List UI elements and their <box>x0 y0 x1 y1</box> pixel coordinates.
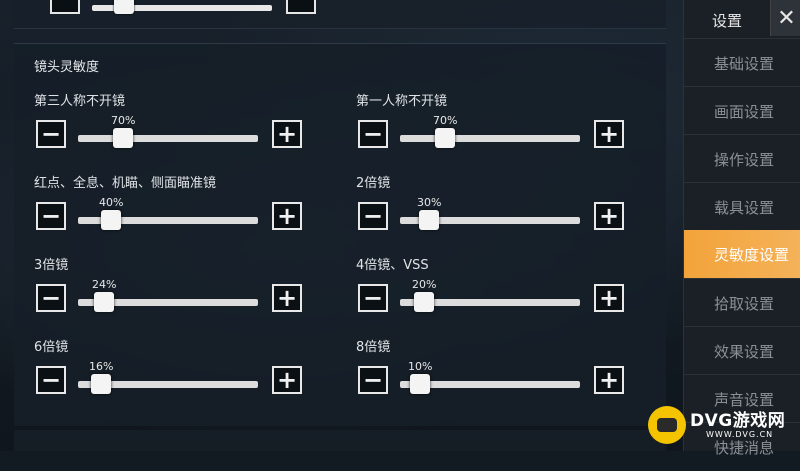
increase-button[interactable]: + <box>272 202 302 230</box>
increase-button[interactable]: + <box>272 284 302 312</box>
sensitivity-slider-track[interactable] <box>78 135 258 142</box>
sidebar-item-label: 效果设置 <box>714 343 775 361</box>
minus-icon: − <box>362 120 384 148</box>
minus-icon: − <box>40 284 62 312</box>
next-section-panel <box>14 430 666 451</box>
sensitivity-slider-thumb[interactable] <box>435 128 455 148</box>
sidebar-item-label: 操作设置 <box>714 151 775 169</box>
increase-button[interactable]: + <box>272 120 302 148</box>
close-icon: ✕ <box>777 5 796 31</box>
sensitivity-value: 10% <box>408 360 433 373</box>
minus-icon: − <box>362 366 384 394</box>
sensitivity-slider-thumb[interactable] <box>410 374 430 394</box>
gamepad-logo-icon <box>648 406 686 444</box>
sidebar-item[interactable]: 基础设置 <box>684 38 800 87</box>
increase-button[interactable]: + <box>272 366 302 394</box>
decrease-button[interactable]: − <box>358 120 388 148</box>
sensitivity-label: 3倍镜 <box>34 258 69 273</box>
sensitivity-value: 20% <box>412 278 437 291</box>
close-button[interactable]: ✕ <box>770 0 800 36</box>
decrease-button[interactable]: − <box>36 284 66 312</box>
sensitivity-value: 16% <box>89 360 114 373</box>
sensitivity-slider-thumb[interactable] <box>91 374 111 394</box>
sidebar-item[interactable]: 载具设置 <box>684 182 800 231</box>
sensitivity-value: 40% <box>99 196 124 209</box>
sensitivity-label: 2倍镜 <box>356 176 391 191</box>
plus-icon: + <box>276 202 298 230</box>
section-title: 镜头灵敏度 <box>34 60 100 75</box>
sidebar-item-label: 载具设置 <box>714 199 775 217</box>
minus-icon: − <box>362 284 384 312</box>
sidebar-item-label: 拾取设置 <box>714 295 775 313</box>
camera-sensitivity-panel: 镜头灵敏度 第三人称不开镜 − 70% + 第一人称不开镜 − 70% + 红点、全息、机瞄、侧… <box>14 43 666 426</box>
sensitivity-label: 第一人称不开镜 <box>356 94 448 109</box>
plus-icon: + <box>598 366 620 394</box>
sidebar-header: 设置 ✕ <box>684 0 800 38</box>
sensitivity-slider-thumb[interactable] <box>419 210 439 230</box>
decrease-button[interactable]: − <box>358 202 388 230</box>
sidebar-title: 设置 <box>712 12 743 30</box>
sensitivity-label: 第三人称不开镜 <box>34 94 126 109</box>
increase-button[interactable]: + <box>594 202 624 230</box>
previous-section-panel <box>14 0 666 29</box>
minus-icon: − <box>40 120 62 148</box>
sidebar-item-label: 灵敏度设置 <box>714 246 790 264</box>
decrease-button[interactable]: − <box>36 202 66 230</box>
plus-icon: + <box>598 284 620 312</box>
sensitivity-slider-track[interactable] <box>400 135 580 142</box>
sensitivity-value: 24% <box>92 278 117 291</box>
sensitivity-label: 4倍镜、VSS <box>356 258 429 273</box>
slider-thumb[interactable] <box>114 0 134 14</box>
watermark-brand: DVG游戏网 <box>690 411 786 431</box>
sensitivity-value: 30% <box>417 196 442 209</box>
sidebar-item[interactable]: 拾取设置 <box>684 278 800 327</box>
watermark-url: WWW.DVG.CN <box>706 430 774 439</box>
sensitivity-slider-thumb[interactable] <box>414 292 434 312</box>
sensitivity-value: 70% <box>433 114 458 127</box>
minus-button[interactable] <box>50 0 80 14</box>
plus-icon: + <box>598 120 620 148</box>
sensitivity-label: 8倍镜 <box>356 340 391 355</box>
increase-button[interactable]: + <box>594 284 624 312</box>
sidebar-item[interactable]: 灵敏度设置 <box>684 230 800 278</box>
sidebar-item[interactable]: 画面设置 <box>684 86 800 135</box>
sensitivity-value: 70% <box>111 114 136 127</box>
increase-button[interactable]: + <box>594 120 624 148</box>
plus-icon: + <box>276 366 298 394</box>
sensitivity-slider-thumb[interactable] <box>113 128 133 148</box>
minus-icon: − <box>40 366 62 394</box>
sensitivity-slider-thumb[interactable] <box>94 292 114 312</box>
decrease-button[interactable]: − <box>36 366 66 394</box>
sidebar-item-label: 基础设置 <box>714 55 775 73</box>
minus-icon: − <box>40 202 62 230</box>
decrease-button[interactable]: − <box>358 366 388 394</box>
sidebar-item[interactable]: 操作设置 <box>684 134 800 183</box>
plus-button[interactable] <box>286 0 316 14</box>
increase-button[interactable]: + <box>594 366 624 394</box>
sidebar-item[interactable]: 效果设置 <box>684 326 800 375</box>
plus-icon: + <box>276 120 298 148</box>
settings-sidebar: 设置 ✕ 基础设置 画面设置 操作设置 载具设置 灵敏度设置 拾取设置 效果设置 声音设置 快捷… <box>683 0 800 457</box>
watermark: DVG游戏网 WWW.DVG.CN <box>648 404 798 448</box>
sensitivity-label: 6倍镜 <box>34 340 69 355</box>
sensitivity-label: 红点、全息、机瞄、侧面瞄准镜 <box>34 176 217 191</box>
decrease-button[interactable]: − <box>358 284 388 312</box>
sensitivity-slider-thumb[interactable] <box>101 210 121 230</box>
plus-icon: + <box>276 284 298 312</box>
minus-icon: − <box>362 202 384 230</box>
sidebar-item-label: 画面设置 <box>714 103 775 121</box>
decrease-button[interactable]: − <box>36 120 66 148</box>
plus-icon: + <box>598 202 620 230</box>
